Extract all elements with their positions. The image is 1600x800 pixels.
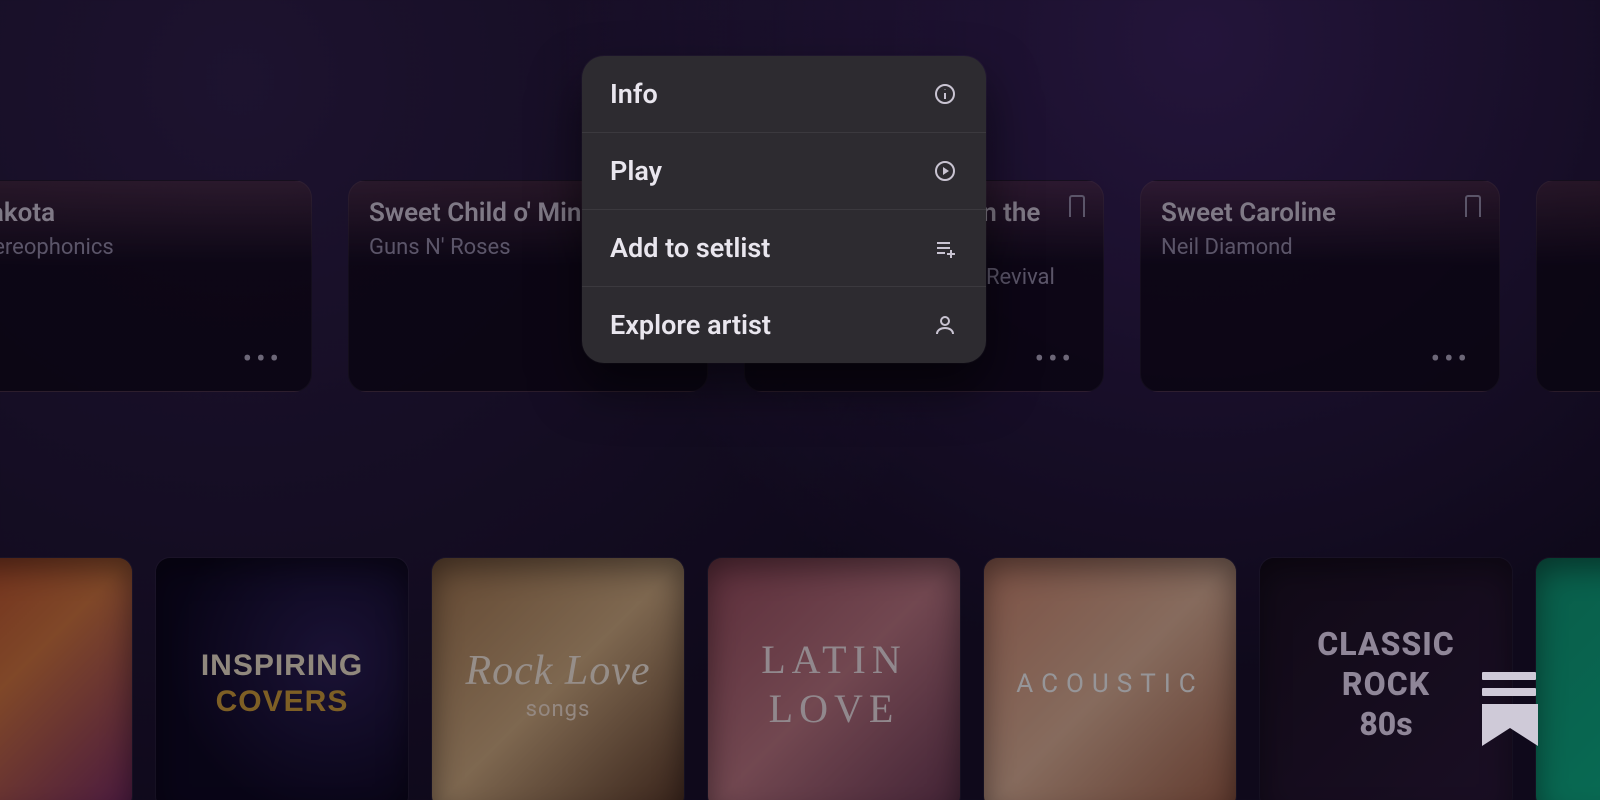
tile-label: 80s xyxy=(1359,705,1412,743)
bookmark-icon xyxy=(1069,195,1085,217)
tile-label: songs xyxy=(526,697,591,722)
song-title: Dakota xyxy=(0,199,291,229)
playlist-tile-row: INSPIRING COVERS Rock Love songs LATIN L… xyxy=(0,558,1600,800)
menu-item-info[interactable]: Info xyxy=(582,56,986,133)
playlist-tile[interactable]: Rock Love songs xyxy=(432,558,684,800)
playlist-tile[interactable] xyxy=(0,558,132,800)
bookmark-icon xyxy=(1465,195,1481,217)
tile-label: LOVE xyxy=(769,685,900,732)
person-icon xyxy=(932,312,958,338)
song-card[interactable]: Sweet Caroline Neil Diamond ••• xyxy=(1140,180,1500,392)
tile-label: ROCK xyxy=(1342,665,1430,703)
playlist-tile[interactable]: INSPIRING COVERS xyxy=(156,558,408,800)
tile-label: ACOUSTIC xyxy=(1016,669,1203,699)
tile-label: Rock Love xyxy=(465,647,650,695)
menu-item-label: Info xyxy=(610,78,658,110)
info-icon xyxy=(932,81,958,107)
playlist-tile[interactable] xyxy=(1536,558,1600,800)
menu-item-label: Add to setlist xyxy=(610,232,770,264)
playlist-tile[interactable]: ACOUSTIC xyxy=(984,558,1236,800)
song-artist: Stereophonics xyxy=(0,235,291,260)
song-title: Sweet Caroline xyxy=(1161,199,1479,229)
menu-item-label: Play xyxy=(610,155,662,187)
menu-item-add-to-setlist[interactable]: Add to setlist xyxy=(582,210,986,287)
more-icon[interactable]: ••• xyxy=(243,342,283,375)
song-card[interactable]: Dakota Stereophonics ••• xyxy=(0,180,312,392)
menu-item-play[interactable]: Play xyxy=(582,133,986,210)
more-icon[interactable]: ••• xyxy=(1431,342,1471,375)
tile-label: LATIN xyxy=(761,636,907,683)
tile-label: COVERS xyxy=(216,685,349,719)
context-menu: Info Play Add to setlist Explore artist xyxy=(582,56,986,363)
tile-label: INSPIRING xyxy=(201,649,363,683)
playlist-add-icon xyxy=(932,235,958,261)
corner-bookmark-icon[interactable] xyxy=(1482,672,1538,746)
play-circle-icon xyxy=(932,158,958,184)
menu-item-explore-artist[interactable]: Explore artist xyxy=(582,287,986,363)
menu-item-label: Explore artist xyxy=(610,309,771,341)
song-card[interactable] xyxy=(1536,180,1600,392)
playlist-tile[interactable]: CLASSIC ROCK 80s xyxy=(1260,558,1512,800)
song-artist: Neil Diamond xyxy=(1161,235,1479,260)
more-icon[interactable]: ••• xyxy=(1035,342,1075,375)
tile-label: CLASSIC xyxy=(1317,625,1454,663)
playlist-tile[interactable]: LATIN LOVE xyxy=(708,558,960,800)
